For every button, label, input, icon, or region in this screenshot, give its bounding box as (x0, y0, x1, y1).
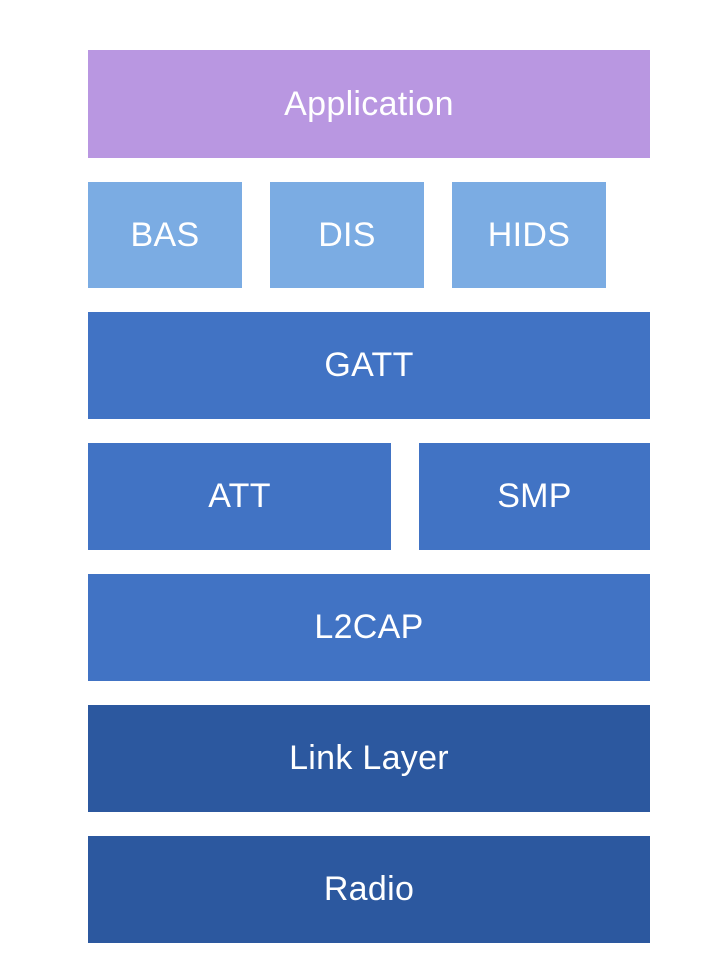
service-dis: DIS (270, 182, 424, 288)
layer-application: Application (88, 50, 650, 158)
layer-smp: SMP (419, 443, 650, 550)
layer-l2cap: L2CAP (88, 574, 650, 681)
service-bas: BAS (88, 182, 242, 288)
ble-stack-diagram: Application BAS DIS HIDS GATT ATT SMP L2… (88, 50, 650, 943)
layer-gatt: GATT (88, 312, 650, 419)
layer-att: ATT (88, 443, 391, 550)
service-layer-row: BAS DIS HIDS (88, 182, 650, 288)
layer-radio: Radio (88, 836, 650, 943)
att-smp-row: ATT SMP (88, 443, 650, 550)
service-hids: HIDS (452, 182, 606, 288)
layer-link-layer: Link Layer (88, 705, 650, 812)
